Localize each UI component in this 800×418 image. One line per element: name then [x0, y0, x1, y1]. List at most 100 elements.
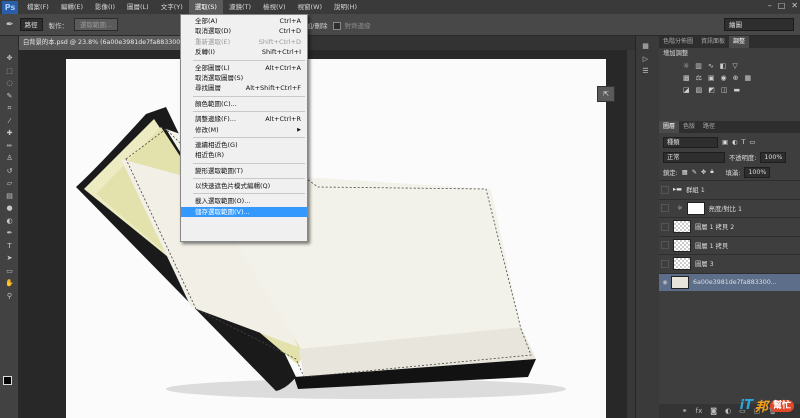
levels-adjust-icon[interactable]: ▥: [695, 62, 702, 70]
brush-tool-icon[interactable]: ✏: [0, 140, 19, 153]
align-edges-checkbox[interactable]: [333, 21, 342, 30]
layer-row[interactable]: 圖層 3: [659, 254, 800, 272]
lock-paint-icon[interactable]: ✎: [692, 169, 697, 176]
move-tool-icon[interactable]: ✥: [0, 52, 19, 65]
gradient-tool-icon[interactable]: ▤: [0, 190, 19, 203]
menu-item[interactable]: 視窗(W): [292, 0, 329, 14]
invert-adjust-icon[interactable]: ◪: [683, 86, 690, 94]
workspace-select[interactable]: 繪圖: [724, 18, 794, 31]
select-menu-item[interactable]: 修改(M) ▶: [181, 125, 307, 135]
color-lookup-icon[interactable]: ▦: [745, 74, 752, 82]
menu-item[interactable]: 選取(S): [188, 0, 223, 14]
actions-panel-icon[interactable]: ▷: [636, 53, 655, 66]
foreground-color-swatch[interactable]: [3, 376, 12, 385]
lock-all-icon[interactable]: 🔒︎: [710, 168, 713, 176]
curves-adjust-icon[interactable]: ∿: [708, 62, 714, 70]
select-menu-item[interactable]: 取消選取(D) Ctrl+D: [181, 26, 307, 36]
selective-color-icon[interactable]: ◫: [721, 86, 728, 94]
minimize-icon[interactable]: –: [768, 1, 772, 10]
navigator-float-icon[interactable]: ⇱: [597, 86, 615, 102]
select-menu-item[interactable]: 以快速遮色片模式編輯(Q): [181, 181, 307, 191]
healing-brush-icon[interactable]: ✚: [0, 127, 19, 140]
select-menu-item[interactable]: 儲存選取範圍(V)...: [181, 206, 307, 218]
layer-thumbnail[interactable]: [671, 275, 689, 289]
color-balance-icon[interactable]: ⚖: [696, 74, 702, 82]
gradient-map-icon[interactable]: ▬: [734, 86, 741, 94]
brightness-adjust-icon[interactable]: ☼: [683, 62, 689, 70]
layer-thumbnail[interactable]: [673, 257, 691, 270]
menu-item[interactable]: 濾鏡(T): [223, 0, 257, 14]
shape-tool-icon[interactable]: ▭: [0, 265, 19, 278]
menu-item[interactable]: 檢視(V): [257, 0, 292, 14]
canvas-scrollbar[interactable]: [627, 50, 635, 418]
marquee-tool-icon[interactable]: ⬚: [0, 65, 19, 78]
filter-type-icon[interactable]: T: [741, 139, 745, 146]
menu-item[interactable]: 編輯(E): [55, 0, 89, 14]
select-menu-item[interactable]: 重新選取(E) Shift+Ctrl+D: [181, 37, 307, 47]
kind-filter-select[interactable]: 種類: [663, 136, 718, 148]
visibility-toggle[interactable]: [661, 259, 669, 268]
select-menu-item[interactable]: 全部圖層(L) Alt+Ctrl+A: [181, 63, 307, 73]
layer-row[interactable]: ▸ ▬ 群組 1: [659, 180, 800, 198]
eyedropper-tool-icon[interactable]: ⁄: [0, 115, 19, 128]
menu-item[interactable]: 圖層(L): [121, 0, 155, 14]
lock-pixels-icon[interactable]: ▦: [682, 169, 688, 176]
layer-row[interactable]: ☼ 亮度/對比 1: [659, 198, 800, 217]
opacity-input[interactable]: 100%: [760, 151, 787, 163]
pen-tool-icon[interactable]: ✒: [0, 227, 19, 240]
layers-tab[interactable]: 路徑: [699, 121, 719, 133]
hand-tool-icon[interactable]: ✋: [0, 277, 19, 290]
visibility-toggle[interactable]: [661, 185, 669, 194]
select-menu-item[interactable]: 調整邊緣(F)... Alt+Ctrl+R: [181, 114, 307, 124]
layer-thumbnail[interactable]: [673, 220, 691, 233]
black-white-icon[interactable]: ▣: [708, 74, 715, 82]
layer-row[interactable]: 圖層 1 拷貝 2: [659, 217, 800, 235]
layers-tab[interactable]: 色版: [679, 121, 699, 133]
select-menu-item[interactable]: 顏色範圍(C)...: [181, 99, 307, 109]
eraser-tool-icon[interactable]: ▱: [0, 177, 19, 190]
exposure-adjust-icon[interactable]: ◧: [720, 62, 727, 70]
filter-shape-icon[interactable]: ▭: [749, 139, 755, 146]
close-icon[interactable]: ✕: [791, 1, 798, 10]
select-menu-item[interactable]: 變形選取範圍(T): [181, 166, 307, 176]
history-brush-icon[interactable]: ↺: [0, 165, 19, 178]
select-menu-item[interactable]: 取消選取圖層(S): [181, 73, 307, 83]
filter-adjust-icon[interactable]: ◐: [732, 139, 738, 146]
type-tool-icon[interactable]: T: [0, 240, 19, 253]
filter-pixel-icon[interactable]: ▣: [722, 139, 728, 146]
posterize-icon[interactable]: ▨: [696, 86, 703, 94]
panel-tab[interactable]: 資訊面板: [697, 36, 729, 48]
layer-row[interactable]: ◉ 6a00e3981de7fa883300...: [659, 272, 800, 291]
select-menu-item[interactable]: 尋找圖層 Alt+Shift+Ctrl+F: [181, 83, 307, 93]
blur-tool-icon[interactable]: ●: [0, 202, 19, 215]
eye-icon[interactable]: ◉: [659, 279, 671, 286]
document-tab[interactable]: 白背景的本.psd @ 23.8% (6a00e3981de7fa883300.…: [19, 36, 184, 50]
clone-stamp-icon[interactable]: ♙: [0, 152, 19, 165]
properties-panel-icon[interactable]: ☰: [636, 65, 655, 78]
select-menu-item[interactable]: 連續相近色(G): [181, 140, 307, 150]
menu-item[interactable]: 說明(H): [328, 0, 363, 14]
document-canvas[interactable]: [66, 59, 606, 418]
menu-item[interactable]: 文字(Y): [155, 0, 189, 14]
align-edges-option[interactable]: 對齊邊緣: [333, 20, 370, 30]
fill-input[interactable]: 100%: [744, 166, 771, 178]
visibility-toggle[interactable]: [661, 222, 669, 231]
vibrance-adjust-icon[interactable]: ▽: [732, 62, 737, 70]
lasso-tool-icon[interactable]: ◌: [0, 77, 19, 90]
menu-item[interactable]: 影像(I): [89, 0, 121, 14]
layer-row[interactable]: 圖層 1 拷貝: [659, 235, 800, 254]
tool-mode-select[interactable]: 路徑: [19, 18, 43, 31]
select-menu-item[interactable]: 全部(A) Ctrl+A: [181, 16, 307, 26]
panel-tab[interactable]: 色階分佈圖: [659, 36, 697, 48]
history-panel-icon[interactable]: ▦: [636, 40, 655, 53]
visibility-toggle[interactable]: [661, 204, 669, 212]
layers-tab[interactable]: 圖層: [659, 121, 680, 133]
pen-tool-icon[interactable]: ✒: [6, 20, 14, 30]
channel-mixer-icon[interactable]: ⊕: [733, 74, 739, 82]
select-menu-item[interactable]: 反轉(I) Shift+Ctrl+I: [181, 47, 307, 57]
select-menu-item[interactable]: 相近色(R): [181, 150, 307, 160]
threshold-icon[interactable]: ◩: [708, 86, 715, 94]
layer-mask-thumbnail[interactable]: [686, 201, 705, 215]
quick-select-tool-icon[interactable]: ✎: [0, 90, 19, 103]
layer-thumbnail[interactable]: [673, 238, 691, 252]
